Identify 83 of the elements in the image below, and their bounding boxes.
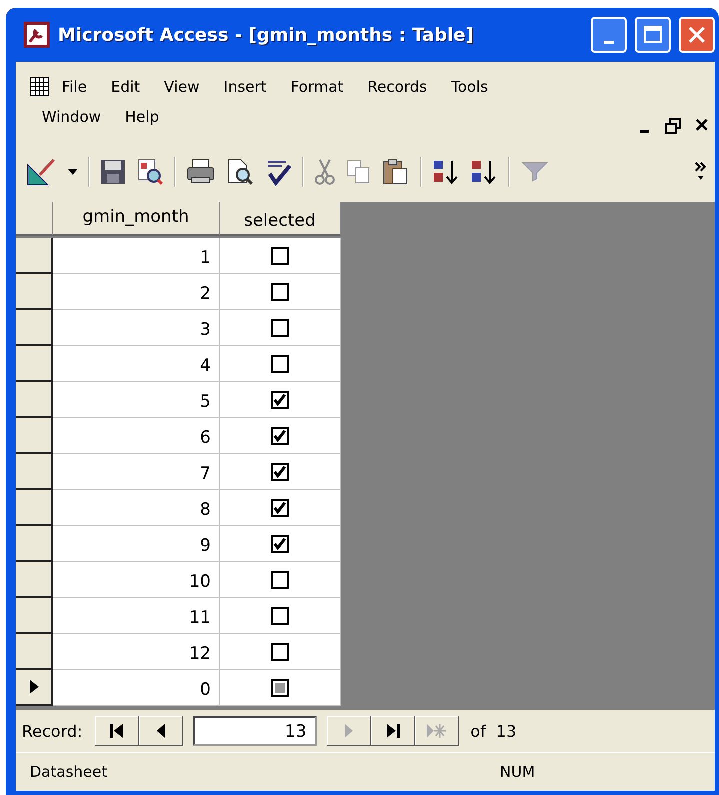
table-cell: 11 <box>53 598 220 634</box>
menu-item[interactable]: Edit <box>99 75 152 99</box>
menu-item[interactable]: Insert <box>212 75 279 99</box>
checkbox[interactable] <box>271 246 289 264</box>
minimize-icon <box>604 40 614 44</box>
cut-icon[interactable] <box>314 158 336 186</box>
datasheet-icon[interactable] <box>30 77 50 97</box>
copy-icon[interactable] <box>346 159 372 185</box>
sort-ascending-icon[interactable] <box>432 158 460 186</box>
table-cell: 7 <box>53 454 220 490</box>
checkbox[interactable] <box>271 570 289 588</box>
menu-item[interactable]: Help <box>113 105 172 129</box>
record-selector[interactable] <box>16 634 53 670</box>
record-selector[interactable] <box>16 274 53 310</box>
select-all-button[interactable] <box>16 202 53 236</box>
checkbox[interactable] <box>271 462 289 480</box>
menu-item[interactable]: Window <box>30 105 114 129</box>
record-selector[interactable] <box>16 670 53 706</box>
table-cell: 3 <box>53 310 220 346</box>
menu-item[interactable]: File <box>50 75 100 99</box>
close-button[interactable] <box>679 17 715 53</box>
checkbox[interactable] <box>271 426 289 444</box>
checkbox[interactable] <box>271 282 289 300</box>
record-number-field[interactable]: 13 <box>192 716 317 746</box>
record-selector[interactable] <box>16 346 53 382</box>
checkbox[interactable] <box>271 390 289 408</box>
record-selector[interactable] <box>16 526 53 562</box>
checkbox[interactable] <box>271 606 289 624</box>
record-label: Record: <box>22 722 83 740</box>
table-cell: 1 <box>53 238 220 274</box>
table-cell: 4 <box>53 346 220 382</box>
record-selector[interactable] <box>16 598 53 634</box>
table-cell: 5 <box>53 382 220 418</box>
minimize-button[interactable] <box>591 17 627 53</box>
restore-icon[interactable] <box>665 118 681 134</box>
checkbox[interactable] <box>271 678 289 696</box>
first-record-button[interactable] <box>94 716 139 746</box>
record-selector[interactable] <box>16 490 53 526</box>
menu-item[interactable]: Records <box>356 75 440 99</box>
checkbox[interactable] <box>271 534 289 552</box>
previous-record-button[interactable] <box>138 716 183 746</box>
window-title: Microsoft Access - [gmin_months : Table] <box>58 24 475 46</box>
menu-item[interactable]: Format <box>278 75 356 99</box>
table-cell: 6 <box>53 418 220 454</box>
checkbox[interactable] <box>271 318 289 336</box>
app-icon[interactable] <box>24 22 50 48</box>
menu-item[interactable]: View <box>152 75 212 99</box>
checkbox[interactable] <box>271 354 289 372</box>
maximize-button[interactable] <box>635 17 671 53</box>
table-cell: 2 <box>53 274 220 310</box>
current-record-icon <box>28 679 40 695</box>
menu-item[interactable]: Tools <box>439 75 500 99</box>
record-count: of 13 <box>470 722 517 740</box>
record-selector[interactable] <box>16 238 53 274</box>
record-selector[interactable] <box>16 454 53 490</box>
design-view-icon[interactable] <box>26 157 58 187</box>
paste-icon[interactable] <box>382 158 410 186</box>
record-selector[interactable] <box>16 310 53 346</box>
table-cell: 12 <box>53 634 220 670</box>
status-text: Datasheet <box>30 763 108 781</box>
print-icon[interactable] <box>186 159 216 185</box>
record-selector[interactable] <box>16 562 53 598</box>
record-selector[interactable] <box>16 382 53 418</box>
column-header[interactable]: selected <box>220 202 341 236</box>
table-cell: 0 <box>53 670 220 706</box>
last-record-button[interactable] <box>370 716 415 746</box>
close-icon[interactable] <box>695 118 709 132</box>
file-search-icon[interactable] <box>136 158 164 186</box>
table-cell: 9 <box>53 526 220 562</box>
print-preview-icon[interactable] <box>226 158 254 186</box>
sort-descending-icon[interactable] <box>470 158 498 186</box>
save-icon[interactable] <box>100 159 126 185</box>
table-cell: 8 <box>53 490 220 526</box>
checkbox[interactable] <box>271 498 289 516</box>
record-selector[interactable] <box>16 418 53 454</box>
num-lock-indicator: NUM <box>500 763 536 781</box>
close-icon <box>687 25 707 45</box>
maximize-icon <box>643 25 663 45</box>
new-record-icon <box>426 721 447 741</box>
checkbox[interactable] <box>271 642 289 660</box>
table-cell: 10 <box>53 562 220 598</box>
caret-icon[interactable] <box>68 168 78 176</box>
column-header[interactable]: gmin_month <box>53 202 220 236</box>
